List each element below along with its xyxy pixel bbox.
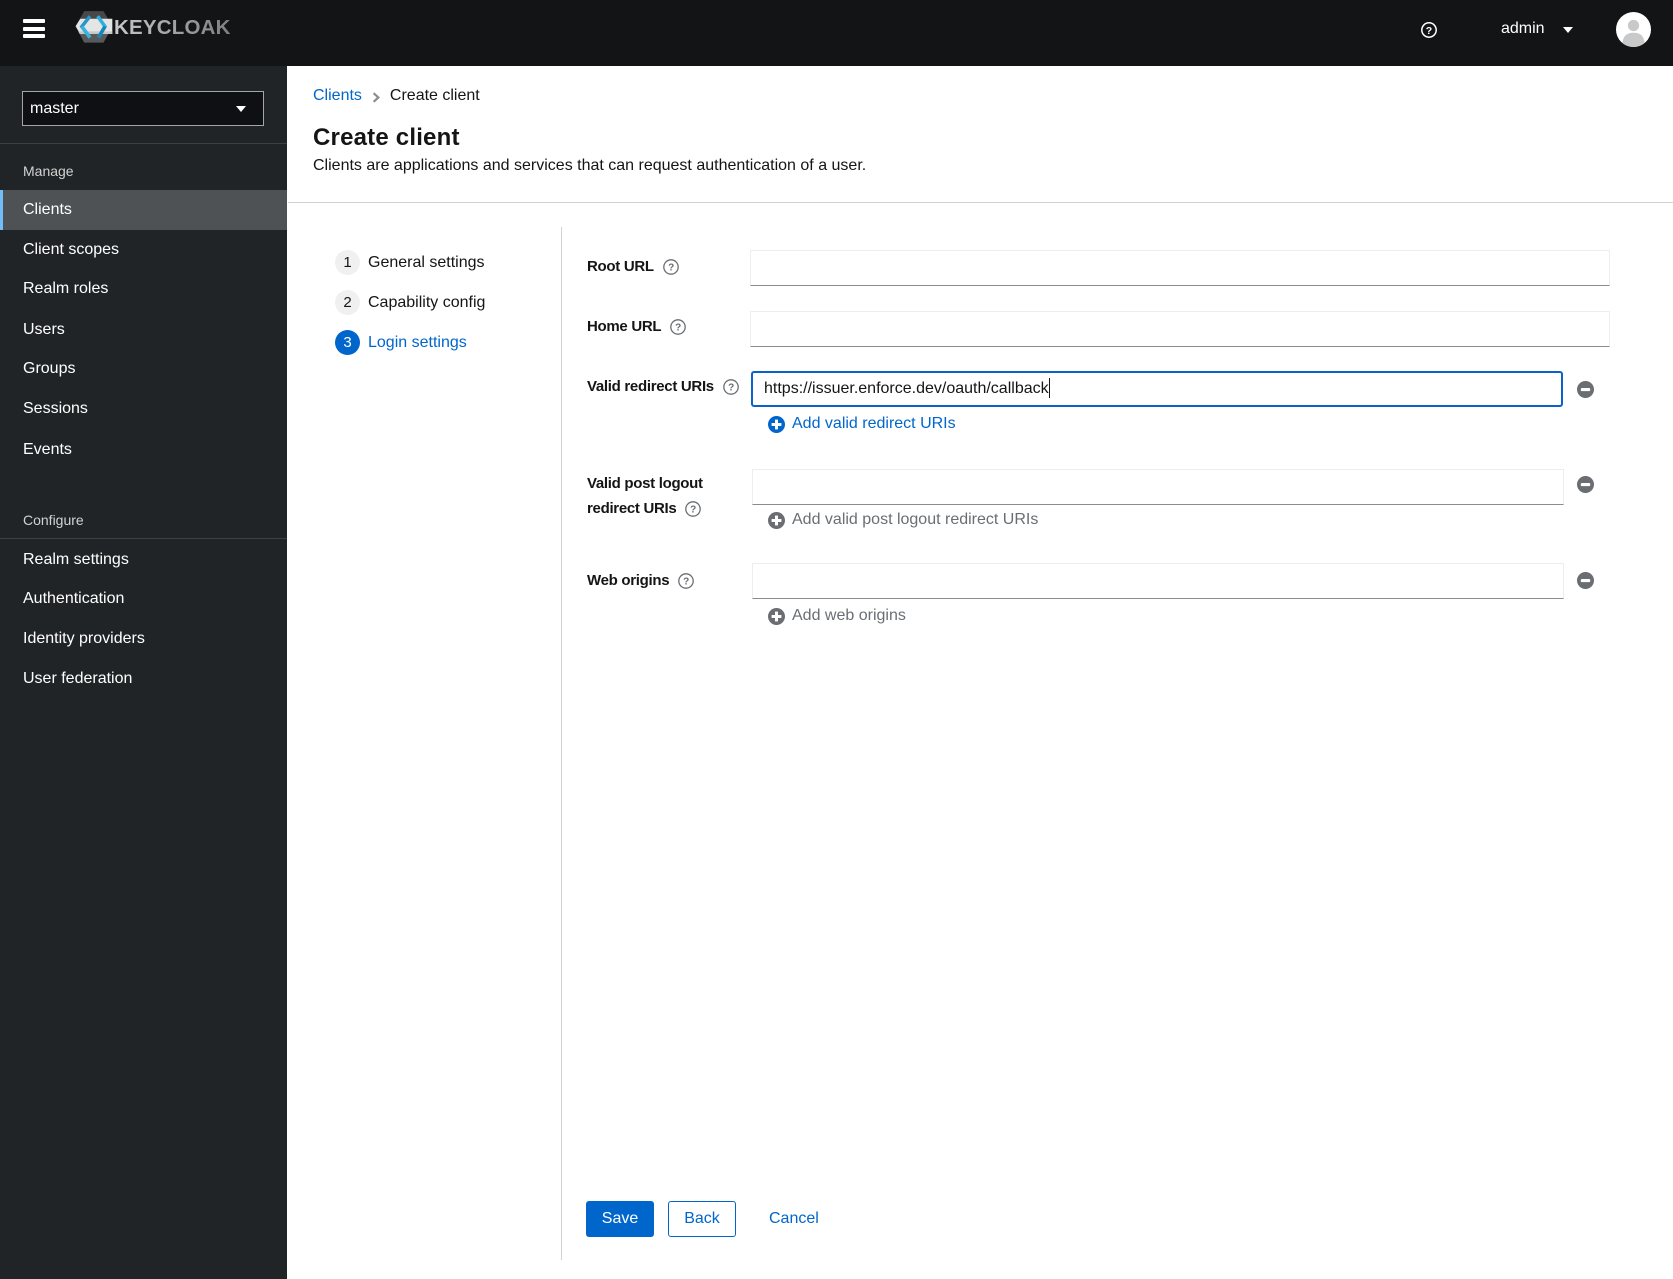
svg-text:?: ? [691, 504, 697, 515]
svg-text:?: ? [683, 576, 689, 587]
svg-text:?: ? [675, 322, 681, 333]
svg-text:?: ? [1426, 25, 1432, 37]
svg-text:KEYCLOAK: KEYCLOAK [114, 16, 231, 39]
svg-text:?: ? [668, 262, 674, 273]
svg-text:?: ? [728, 382, 734, 393]
